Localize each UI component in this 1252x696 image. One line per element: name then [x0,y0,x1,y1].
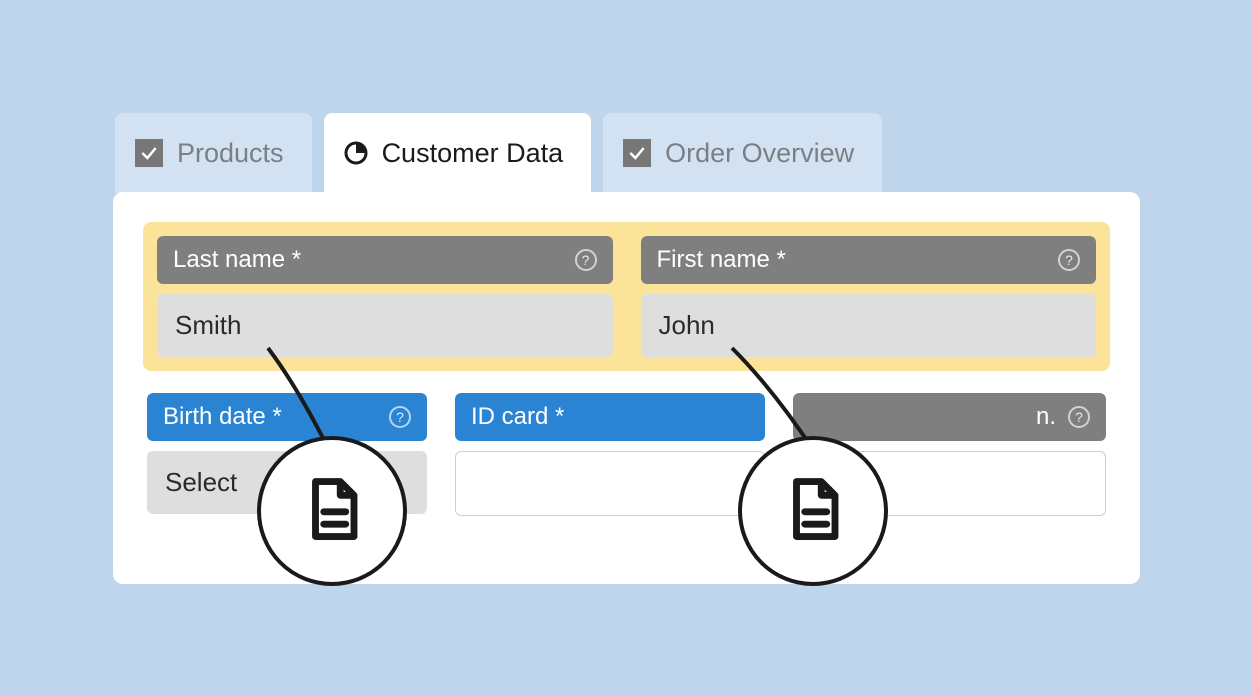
field-last-name: Last name * ? [157,236,613,357]
label-birth-date-text: Birth date * [163,403,282,431]
tab-customer-data[interactable]: Customer Data [324,113,592,193]
tab-order-overview[interactable]: Order Overview [603,113,882,193]
tab-products-label: Products [177,138,284,169]
tab-products[interactable]: Products [115,113,312,193]
check-icon [135,139,163,167]
label-id-card: ID card * [455,393,765,441]
field-first-name: First name * ? [641,236,1097,357]
label-first-name: First name * ? [641,236,1097,284]
help-icon[interactable]: ? [1058,249,1080,271]
tab-bar: Products Customer Data Order Overview [115,113,882,193]
tab-order-overview-label: Order Overview [665,138,854,169]
check-icon [623,139,651,167]
callout-document-1 [257,436,407,586]
input-last-name[interactable] [157,294,613,357]
document-icon [780,476,846,547]
label-id-card-text: ID card * [471,403,564,431]
input-first-name[interactable] [641,294,1097,357]
help-icon[interactable]: ? [575,249,597,271]
document-icon [299,476,365,547]
tab-customer-data-label: Customer Data [382,138,564,169]
label-first-name-text: First name * [657,246,786,274]
label-birth-date: Birth date * ? [147,393,427,441]
form-preview-canvas: Products Customer Data Order Overview La… [0,0,1252,696]
label-third-text: n. [1036,403,1068,431]
input-id-card[interactable] [455,451,765,516]
label-last-name: Last name * ? [157,236,613,284]
help-icon[interactable]: ? [1068,406,1090,428]
label-third: n. ? [793,393,1106,441]
callout-document-2 [738,436,888,586]
label-last-name-text: Last name * [173,246,301,274]
help-icon[interactable]: ? [389,406,411,428]
highlighted-field-group: Last name * ? First name * ? [143,222,1110,371]
quarter-pie-icon [344,141,368,165]
field-id-card: ID card * [455,393,765,516]
